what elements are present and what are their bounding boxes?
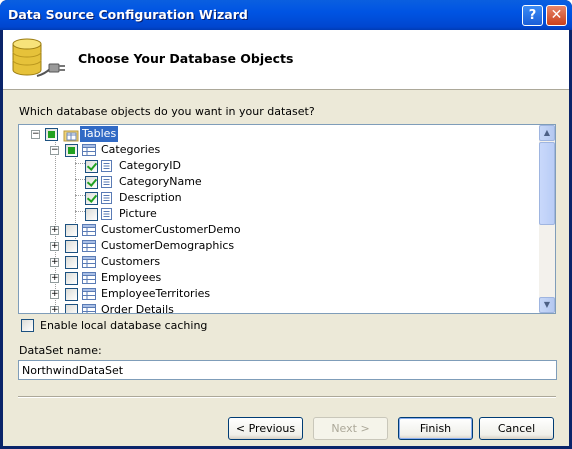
tree-node-table[interactable]: + EmployeeTerritories xyxy=(19,286,539,302)
finish-button[interactable]: Finish xyxy=(398,417,473,440)
column-checkbox[interactable] xyxy=(85,192,98,205)
tree-label-table[interactable]: CustomerDemographics xyxy=(99,238,236,254)
tree-node-column[interactable]: Picture xyxy=(19,206,539,222)
tree-node-column[interactable]: CategoryID xyxy=(19,158,539,174)
wizard-window: Data Source Configuration Wizard ? ✕ Cho… xyxy=(0,0,572,449)
tree-label-categories[interactable]: Categories xyxy=(99,142,162,158)
table-checkbox[interactable] xyxy=(65,304,78,313)
categories-checkbox[interactable] xyxy=(65,144,78,157)
column-icon xyxy=(101,160,112,172)
expand-icon[interactable]: + xyxy=(50,274,59,283)
button-separator xyxy=(18,396,556,398)
scroll-up-icon[interactable]: ▲ xyxy=(539,125,555,141)
tree-scrollbar[interactable]: ▲ ▼ xyxy=(539,125,555,313)
table-checkbox[interactable] xyxy=(65,288,78,301)
title-bar[interactable]: Data Source Configuration Wizard ? ✕ xyxy=(0,0,572,30)
tables-checkbox[interactable] xyxy=(45,128,58,141)
scroll-thumb[interactable] xyxy=(539,142,555,225)
tree-label-table[interactable]: Customers xyxy=(99,254,162,270)
tree-node-categories[interactable]: − Categories xyxy=(19,142,539,158)
table-icon xyxy=(82,256,96,268)
next-button[interactable]: Next > xyxy=(313,417,388,440)
tree-node-tables[interactable]: − Tables xyxy=(19,126,539,142)
dataset-name-label: DataSet name: xyxy=(19,344,102,357)
collapse-icon[interactable]: − xyxy=(50,146,59,155)
tree-label-column[interactable]: Description xyxy=(117,190,184,206)
tree-label-tables[interactable]: Tables xyxy=(80,126,119,142)
table-checkbox[interactable] xyxy=(65,272,78,285)
tree-label-table[interactable]: Order Details xyxy=(99,302,176,313)
tree-node-table[interactable]: + Order Details xyxy=(19,302,539,313)
table-checkbox[interactable] xyxy=(65,256,78,269)
column-icon xyxy=(101,176,112,188)
tables-folder-icon xyxy=(63,130,79,142)
cancel-button[interactable]: Cancel xyxy=(479,417,554,440)
expand-icon[interactable]: + xyxy=(50,290,59,299)
column-checkbox[interactable] xyxy=(85,176,98,189)
expand-icon[interactable]: + xyxy=(50,242,59,251)
tree-label-table[interactable]: EmployeeTerritories xyxy=(99,286,212,302)
dialog-body: Choose Your Database Objects Which datab… xyxy=(3,30,569,446)
table-icon xyxy=(82,144,96,156)
tree-label-table[interactable]: CustomerCustomerDemo xyxy=(99,222,243,238)
window-title: Data Source Configuration Wizard xyxy=(8,7,248,22)
page-title: Choose Your Database Objects xyxy=(78,51,294,66)
expand-icon[interactable]: + xyxy=(50,258,59,267)
tree-node-column[interactable]: Description xyxy=(19,190,539,206)
previous-button[interactable]: < Previous xyxy=(228,417,303,440)
column-checkbox[interactable] xyxy=(85,208,98,221)
database-objects-tree[interactable]: − Tables − Categories CategoryID Categor… xyxy=(18,124,556,314)
tree-node-table[interactable]: + Employees xyxy=(19,270,539,286)
tree-node-table[interactable]: + Customers xyxy=(19,254,539,270)
tree-label-column[interactable]: CategoryName xyxy=(117,174,204,190)
table-icon xyxy=(82,240,96,252)
tree-node-table[interactable]: + CustomerCustomerDemo xyxy=(19,222,539,238)
table-icon xyxy=(82,288,96,300)
close-button[interactable]: ✕ xyxy=(546,5,567,26)
table-checkbox[interactable] xyxy=(65,240,78,253)
expand-icon[interactable]: + xyxy=(50,226,59,235)
scroll-down-icon[interactable]: ▼ xyxy=(539,297,555,313)
tree-prompt-label: Which database objects do you want in yo… xyxy=(19,105,315,118)
column-checkbox[interactable] xyxy=(85,160,98,173)
table-icon xyxy=(82,224,96,236)
table-icon xyxy=(82,272,96,284)
dataset-name-input[interactable] xyxy=(18,360,557,380)
help-button[interactable]: ? xyxy=(522,5,543,26)
tree-node-table[interactable]: + CustomerDemographics xyxy=(19,238,539,254)
table-checkbox[interactable] xyxy=(65,224,78,237)
tree-label-column[interactable]: Picture xyxy=(117,206,159,222)
wizard-header: Choose Your Database Objects xyxy=(3,30,569,90)
tree-label-column[interactable]: CategoryID xyxy=(117,158,183,174)
database-icon xyxy=(12,38,65,77)
table-icon xyxy=(82,304,96,313)
column-icon xyxy=(101,192,112,204)
enable-caching-checkbox[interactable] xyxy=(21,319,34,332)
tree-label-table[interactable]: Employees xyxy=(99,270,163,286)
enable-caching-label[interactable]: Enable local database caching xyxy=(40,319,207,332)
column-icon xyxy=(101,208,112,220)
expand-icon[interactable]: + xyxy=(50,306,59,313)
collapse-icon[interactable]: − xyxy=(31,130,40,139)
tree-node-column[interactable]: CategoryName xyxy=(19,174,539,190)
